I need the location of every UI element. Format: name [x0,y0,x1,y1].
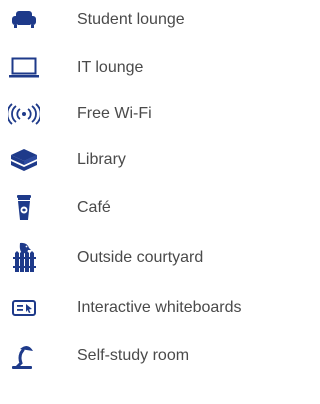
facility-label: Self-study room [77,347,190,364]
facility-item-cafe: Café [0,190,275,226]
whiteboard-icon [8,290,40,326]
books-icon [8,142,40,178]
facility-label: Student lounge [77,11,185,28]
facility-label: Café [77,199,111,216]
facility-item-outside-courtyard: Outside courtyard [0,240,275,276]
facility-item-student-lounge: Student lounge [0,2,275,38]
facility-label: Interactive whiteboards [77,299,242,316]
facility-label: Free Wi-Fi [77,105,152,122]
facility-label: Outside courtyard [77,249,204,266]
facility-item-free-wifi: Free Wi-Fi [0,96,275,132]
desk-lamp-icon [8,338,40,374]
facility-label: IT lounge [77,59,144,76]
facility-item-interactive-whiteboards: Interactive whiteboards [0,290,275,326]
facility-item-it-lounge: IT lounge [0,50,275,86]
facility-label: Library [77,151,126,168]
coffee-cup-icon [8,190,40,226]
facility-item-self-study-room: Self-study room [0,338,275,374]
sofa-icon [8,2,40,38]
wifi-signal-icon [8,96,40,132]
laptop-icon [8,50,40,86]
bird-on-fence-icon [8,240,40,276]
facility-item-library: Library [0,142,275,178]
